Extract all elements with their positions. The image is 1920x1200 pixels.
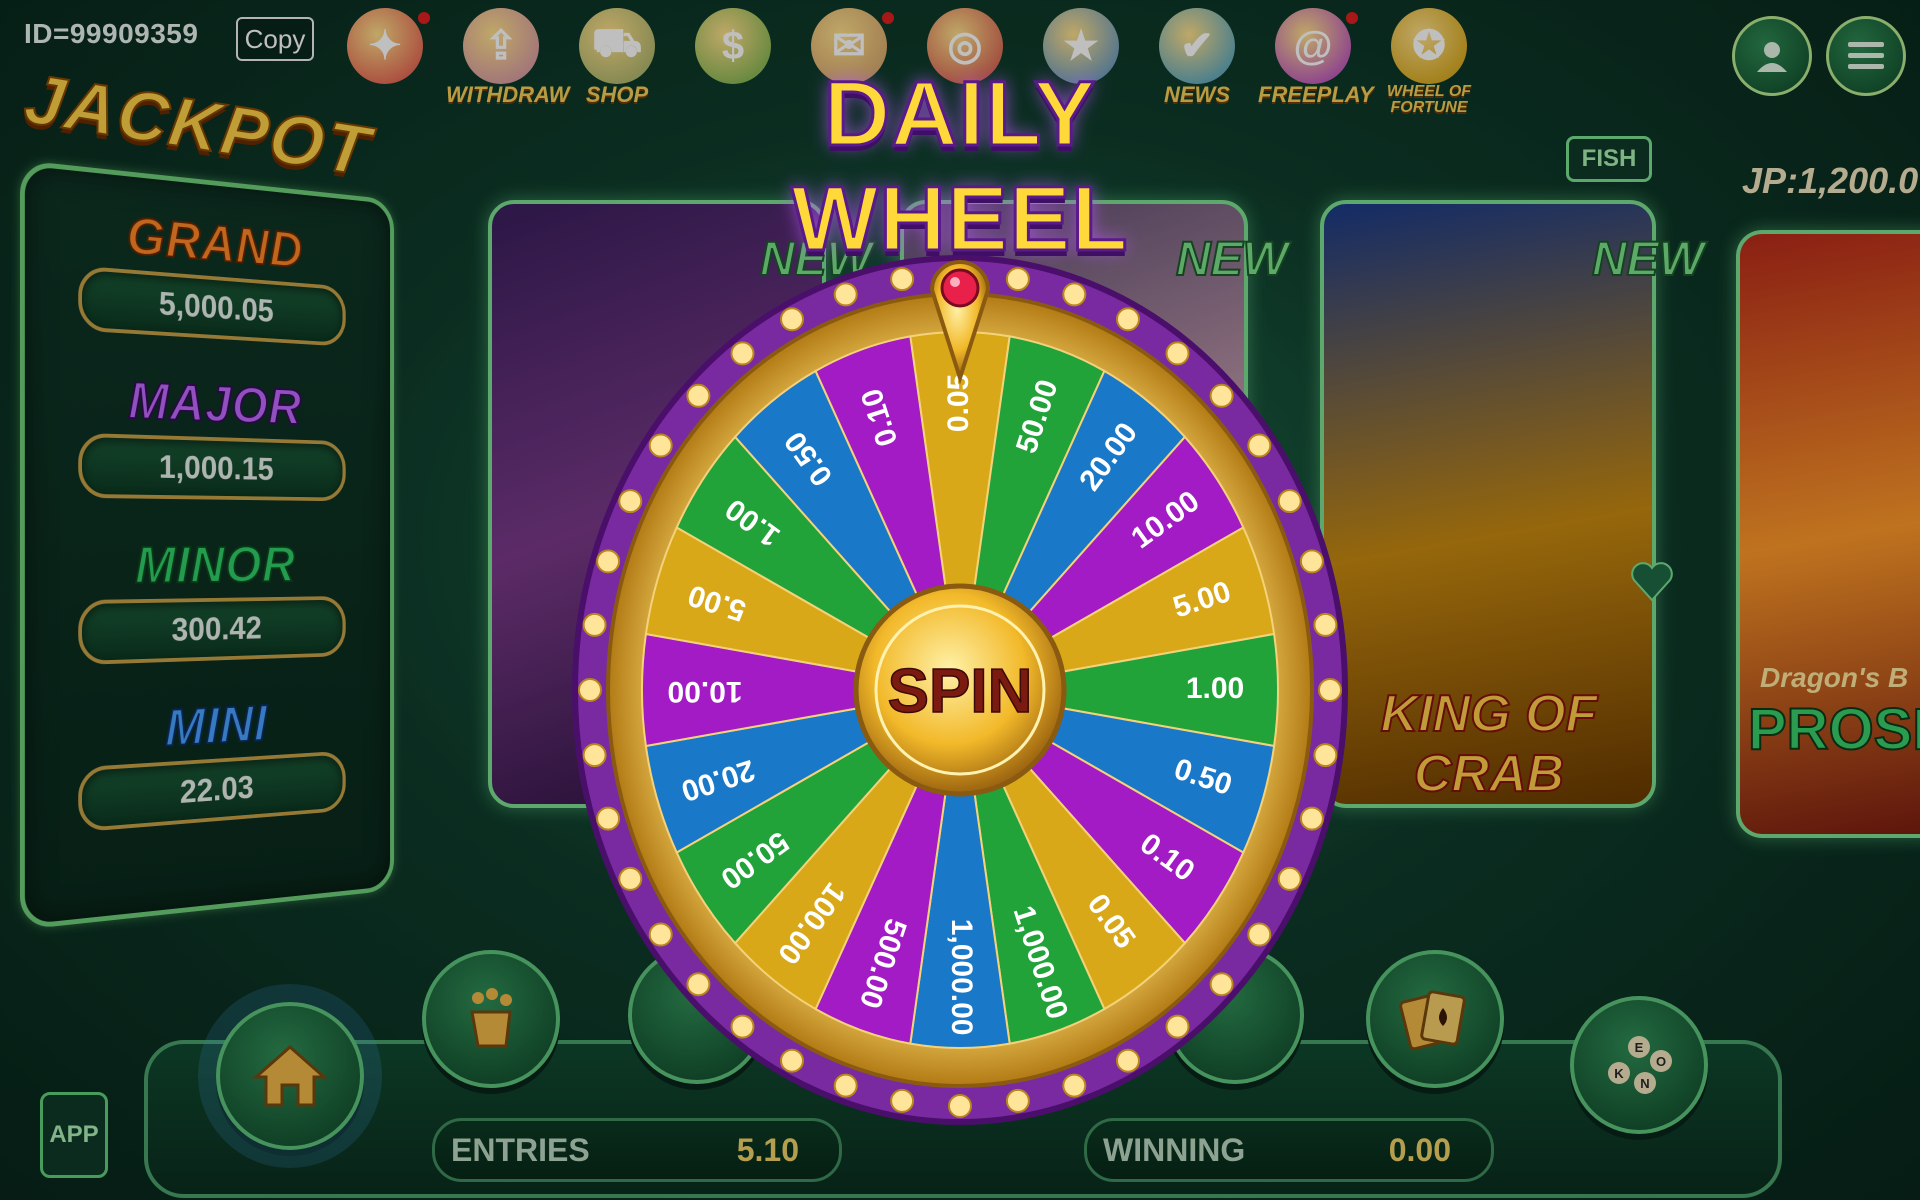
- wheel-bulb: [948, 1094, 972, 1118]
- wheel-bulb: [1209, 972, 1234, 997]
- wheel-bulb: [1005, 1088, 1030, 1113]
- wheel-bulb: [780, 307, 804, 332]
- wheel-bulb: [730, 341, 755, 366]
- wheel-bulb: [1062, 1073, 1087, 1098]
- wheel-bulb: [1277, 866, 1302, 891]
- wheel-bulb: [1313, 743, 1338, 768]
- wheel-bulb: [1209, 383, 1234, 408]
- wheel-bulb: [648, 922, 673, 947]
- wheel-bulb: [1116, 1048, 1140, 1073]
- wheel-bulb: [1318, 678, 1342, 702]
- spin-button[interactable]: [858, 578, 1064, 784]
- wheel-bulb: [780, 1048, 804, 1073]
- wheel-bulb: [1299, 549, 1324, 574]
- wheel-bulb: [1247, 433, 1272, 458]
- wheel-bulb: [1116, 307, 1140, 332]
- wheel-bulb: [730, 1014, 755, 1039]
- wheel-bulb: [890, 1088, 915, 1113]
- wheel-bulb: [686, 383, 711, 408]
- wheel-bulb: [1299, 806, 1324, 831]
- wheel-bulb: [596, 549, 621, 574]
- wheel-bulb: [618, 866, 643, 891]
- wheel-bulb: [582, 743, 607, 768]
- wheel-bulb: [578, 678, 602, 702]
- wheel-bulb: [686, 972, 711, 997]
- wheel-bulb: [1313, 612, 1338, 637]
- wheel-bulb: [890, 267, 915, 292]
- wheel-bulb: [833, 1073, 858, 1098]
- wheel-bulb: [1062, 282, 1087, 307]
- wheel-segment-label: 1,000.00: [945, 919, 978, 1036]
- wheel-bulb: [1165, 1014, 1190, 1039]
- wheel-segment-label: 0.05: [942, 374, 975, 432]
- wheel-bulb: [833, 282, 858, 307]
- wheel-bulb: [1005, 267, 1030, 292]
- wheel-bulb: [618, 489, 643, 514]
- wheel-bulb: [596, 806, 621, 831]
- wheel-bulb: [1247, 922, 1272, 947]
- wheel-bulb: [648, 433, 673, 458]
- wheel-segment-label: 10.00: [667, 675, 742, 708]
- wheel-bulb: [1277, 489, 1302, 514]
- wheel-bulb: [1165, 341, 1190, 366]
- wheel-segment-label: 1.00: [1186, 672, 1244, 705]
- wheel-bulb: [582, 612, 607, 637]
